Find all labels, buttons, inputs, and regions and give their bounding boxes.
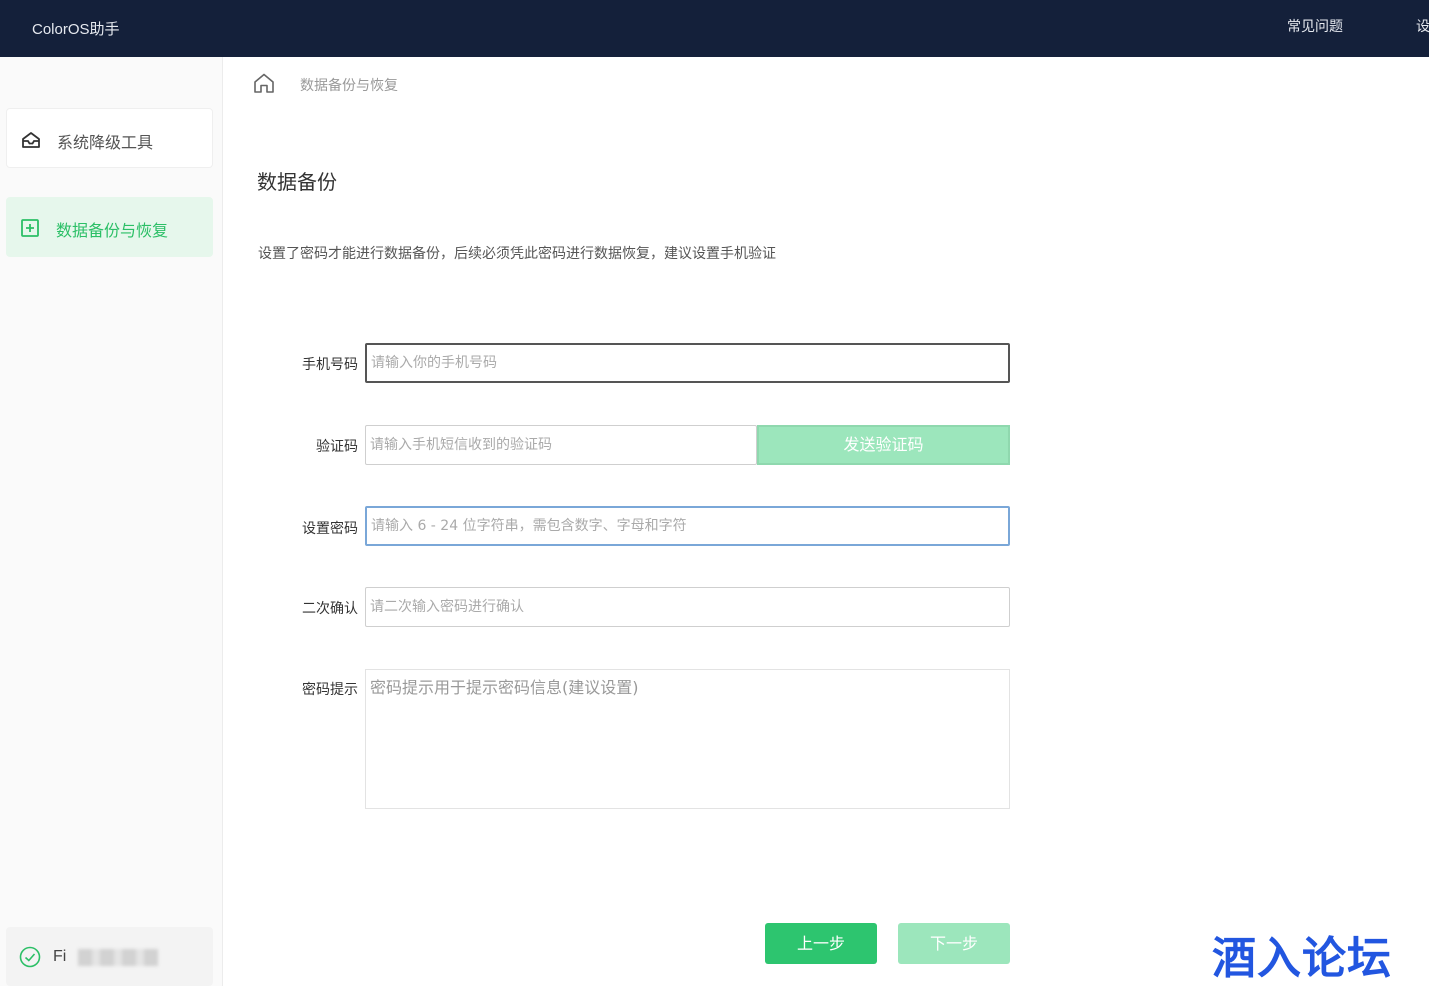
phone-label: 手机号码	[302, 357, 358, 373]
phone-input[interactable]	[365, 343, 1010, 383]
code-label: 验证码	[316, 439, 358, 455]
send-code-button[interactable]: 发送验证码	[757, 425, 1010, 465]
confirm-password-input[interactable]	[365, 587, 1010, 627]
sidebar-item-backup[interactable]: 数据备份与恢复	[6, 197, 213, 257]
next-button[interactable]: 下一步	[898, 923, 1010, 964]
code-input[interactable]	[365, 425, 757, 465]
device-name: Fi	[53, 948, 67, 965]
password-label: 设置密码	[302, 521, 358, 537]
breadcrumb: 数据备份与恢复	[300, 78, 398, 94]
backup-icon	[21, 219, 39, 237]
home-icon[interactable]	[253, 72, 275, 94]
prev-button[interactable]: 上一步	[765, 923, 877, 964]
check-circle-icon	[19, 946, 41, 968]
watermark: 酒入论坛	[1212, 933, 1392, 984]
downgrade-icon	[22, 132, 40, 148]
page-description: 设置了密码才能进行数据备份，后续必须凭此密码进行数据恢复，建议设置手机验证	[258, 246, 776, 262]
redacted-text	[78, 949, 158, 966]
sidebar-item-downgrade[interactable]: 系统降级工具	[6, 108, 213, 168]
confirm-label: 二次确认	[302, 601, 358, 617]
device-status[interactable]: Fi	[6, 927, 213, 986]
top-bar: ColorOS助手 常见问题 设置	[0, 0, 1429, 57]
settings-link[interactable]: 设置	[1416, 16, 1429, 36]
faq-link[interactable]: 常见问题	[1287, 16, 1343, 36]
page-title: 数据备份	[257, 170, 337, 194]
password-hint-textarea[interactable]	[365, 669, 1010, 809]
sidebar-item-label: 数据备份与恢复	[56, 221, 169, 240]
app-title: ColorOS助手	[32, 21, 120, 38]
hint-label: 密码提示	[302, 682, 358, 698]
password-input[interactable]	[365, 506, 1010, 546]
sidebar-item-label: 系统降级工具	[57, 133, 154, 152]
sidebar: 系统降级工具 数据备份与恢复 Fi	[0, 57, 223, 986]
